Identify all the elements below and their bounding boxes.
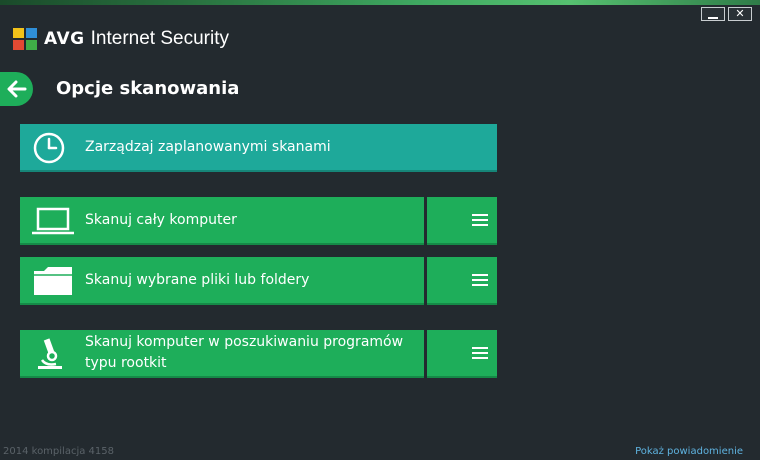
window-top-accent-bar (0, 0, 760, 5)
clock-icon (33, 132, 65, 164)
app-brand: AVG Internet Security (12, 26, 229, 52)
scan-rootkits-settings-button[interactable] (427, 330, 497, 378)
scan-selected-files-button[interactable]: Skanuj wybrane pliki lub foldery (20, 257, 424, 305)
manage-scheduled-scans-label: Zarządzaj zaplanowanymi skanami (85, 138, 331, 155)
minimize-button[interactable] (701, 7, 725, 21)
minimize-icon (708, 17, 718, 19)
brand-name: AVG (44, 29, 85, 49)
scan-rootkits-label: Skanuj komputer w poszukiwaniu programów… (85, 334, 404, 371)
microscope-icon (38, 338, 62, 369)
arrow-left-icon (7, 80, 27, 98)
scan-whole-computer-button[interactable]: Skanuj cały komputer (20, 197, 424, 245)
folder-icon (34, 267, 72, 295)
close-icon: ✕ (735, 7, 745, 20)
hamburger-menu-icon (472, 214, 488, 226)
show-notification-link[interactable]: Pokaż powiadomienie (635, 446, 743, 457)
avg-logo-icon (13, 28, 37, 50)
hamburger-menu-icon (472, 347, 488, 359)
product-name: Internet Security (90, 28, 229, 49)
laptop-icon (32, 207, 74, 235)
scan-selected-files-settings-button[interactable] (427, 257, 497, 305)
scan-whole-computer-label: Skanuj cały komputer (85, 211, 237, 228)
hamburger-menu-icon (472, 274, 488, 286)
manage-scheduled-scans-button[interactable]: Zarządzaj zaplanowanymi skanami (20, 124, 497, 172)
scan-rootkits-button[interactable]: Skanuj komputer w poszukiwaniu programów… (20, 330, 424, 378)
page-title: Opcje skanowania (56, 78, 240, 99)
scan-whole-computer-settings-button[interactable] (427, 197, 497, 245)
build-version: 2014 kompilacja 4158 (3, 446, 114, 457)
back-button[interactable] (0, 72, 33, 106)
close-button[interactable]: ✕ (728, 7, 752, 21)
scan-selected-files-label: Skanuj wybrane pliki lub foldery (85, 271, 310, 288)
